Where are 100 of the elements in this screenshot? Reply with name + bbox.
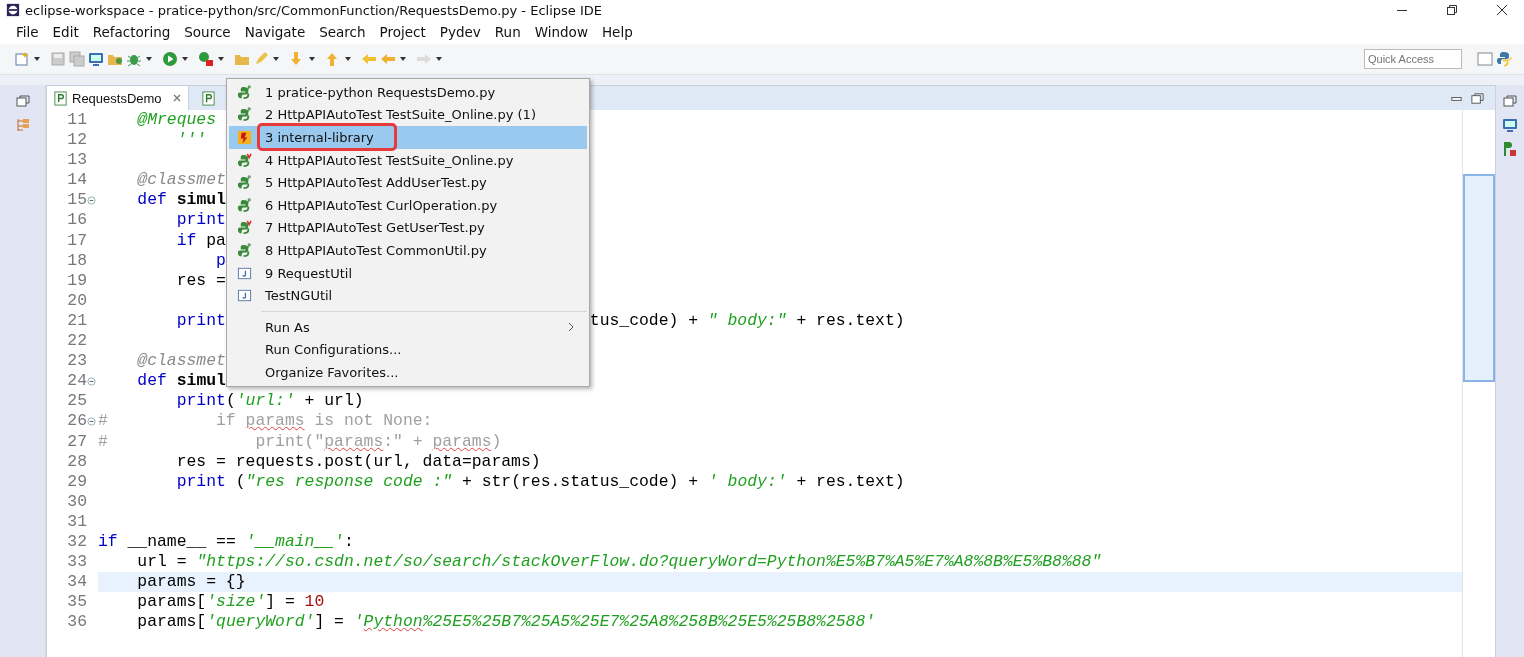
line-number: 36 (66, 612, 87, 633)
code-text: is not None: (313, 411, 433, 431)
code-text: params[ (136, 612, 207, 632)
code-text: : (343, 531, 354, 551)
line-number: 33 (66, 552, 87, 573)
code-text: if (175, 230, 198, 250)
menu-item[interactable]: Organize Favorites... (229, 361, 587, 384)
collapse-icon[interactable] (87, 376, 96, 386)
line-number: 21 (66, 310, 87, 332)
menu-item[interactable]: Refactoring (92, 24, 171, 40)
python-icon (236, 242, 252, 258)
code-text: ' body:' (707, 471, 787, 491)
caret-icon[interactable] (181, 55, 189, 63)
code-text: # if (98, 411, 237, 431)
menu-item[interactable]: 8 HttpAPIAutoTest CommonUtil.py (229, 239, 587, 262)
menu-item[interactable]: 1 pratice-python RequestsDemo.py (229, 81, 587, 104)
menu-item[interactable]: Pydev (439, 24, 481, 40)
menu-item[interactable]: Navigate (244, 24, 306, 40)
menu-item[interactable]: File (16, 24, 39, 40)
python-icon[interactable] (1496, 51, 1512, 67)
line-number: 13 (66, 150, 87, 171)
code-text: params (324, 431, 384, 451)
python-file-icon (200, 90, 216, 106)
caret-icon[interactable] (217, 55, 225, 63)
external-tools-icon[interactable] (198, 51, 214, 67)
code-text: 10 (304, 592, 325, 612)
menu-item[interactable]: Window (534, 24, 588, 40)
quick-access-field[interactable]: Quick Access (1364, 49, 1462, 69)
code-text: p (215, 250, 226, 270)
maximize-icon[interactable] (1470, 90, 1485, 106)
line-number: 24 (66, 371, 87, 392)
code-text: params (432, 431, 492, 451)
unit-test-icon[interactable] (1502, 141, 1518, 157)
line-number: 26 (66, 411, 87, 432)
caret-icon[interactable] (145, 55, 153, 63)
line-number: 14 (66, 170, 87, 191)
menu-item[interactable]: 9 RequestUtil (229, 261, 587, 285)
code-text: __name__ == (126, 531, 237, 551)
caret-icon[interactable] (399, 55, 407, 63)
code-text: print (175, 391, 226, 411)
menu-item[interactable]: Run (494, 24, 521, 40)
collapse-icon[interactable] (87, 416, 96, 426)
line-number: 15 (66, 190, 87, 211)
menu-item[interactable]: 4 HttpAPIAutoTest TestSuite_Online.py (229, 148, 587, 172)
editor-tab[interactable]: RequestsDemo (47, 86, 189, 110)
menu-item[interactable]: Search (319, 24, 366, 40)
caret-icon[interactable] (33, 55, 41, 63)
monitor-icon[interactable] (1502, 117, 1518, 133)
code-text: Python (363, 612, 423, 632)
menu-item[interactable]: 2 HttpAPIAutoTest TestSuite_Online.py (1) (229, 103, 587, 127)
code-text: tus_code) + (589, 310, 699, 330)
menu-item[interactable]: Project (379, 24, 426, 40)
caret-icon[interactable] (308, 55, 316, 63)
caret-icon[interactable] (272, 55, 280, 63)
caret-icon[interactable] (344, 55, 352, 63)
menu-item[interactable]: Run As (229, 315, 587, 339)
code-text: params = {} (136, 572, 246, 592)
line-number: 34 (66, 572, 87, 593)
python-test-icon (236, 220, 252, 236)
code-text: @classmet (136, 170, 226, 190)
line-number: 11 (66, 110, 87, 131)
menu-item[interactable]: Edit (52, 24, 79, 40)
line-number: 12 (66, 130, 87, 151)
restore-icon[interactable] (1446, 4, 1458, 16)
code-text: ( (234, 471, 246, 491)
caret-icon[interactable] (435, 55, 443, 63)
code-text: print (175, 310, 226, 330)
code-text: 'queryWord' (206, 612, 315, 632)
line-number: 20 (66, 290, 87, 311)
code-text: pa (206, 230, 226, 250)
code-text: + url) (303, 391, 364, 411)
eclipse-logo-icon (6, 3, 20, 17)
code-text: ] = (265, 592, 296, 612)
run-icon[interactable] (162, 51, 178, 67)
python-icon (236, 107, 252, 123)
code-text: '__main__' (245, 531, 344, 551)
code-text: 'size' (206, 592, 266, 612)
code-text: ' (353, 612, 364, 632)
menu-item[interactable]: Source (184, 24, 231, 40)
code-text: params[ (136, 592, 207, 612)
line-number: 18 (66, 250, 87, 271)
java-class-icon (236, 265, 252, 281)
menu-item[interactable]: 3 internal-library (229, 126, 587, 149)
close-icon[interactable] (1496, 4, 1508, 16)
scrollbar[interactable] (1462, 110, 1495, 657)
collapse-icon[interactable] (87, 195, 96, 205)
python-icon (236, 175, 252, 191)
menu-item[interactable]: 5 HttpAPIAutoTest AddUserTest.py (229, 171, 587, 194)
python-icon (236, 197, 252, 213)
menu-item[interactable]: Run Configurations... (229, 338, 587, 362)
menu-item[interactable]: Help (601, 24, 633, 40)
monitor-icon[interactable] (88, 51, 104, 67)
menu-item[interactable]: TestNGUtil (229, 284, 587, 307)
line-number: 28 (66, 451, 87, 472)
code-text: + res.text) (795, 310, 905, 330)
menu-item[interactable]: 7 HttpAPIAutoTest GetUserTest.py (229, 216, 587, 240)
menu-item[interactable]: 6 HttpAPIAutoTest CurlOperation.py (229, 193, 587, 217)
scroll-thumb[interactable] (1463, 174, 1495, 382)
code-text: ''' (175, 130, 207, 150)
code-text: def (136, 190, 168, 210)
